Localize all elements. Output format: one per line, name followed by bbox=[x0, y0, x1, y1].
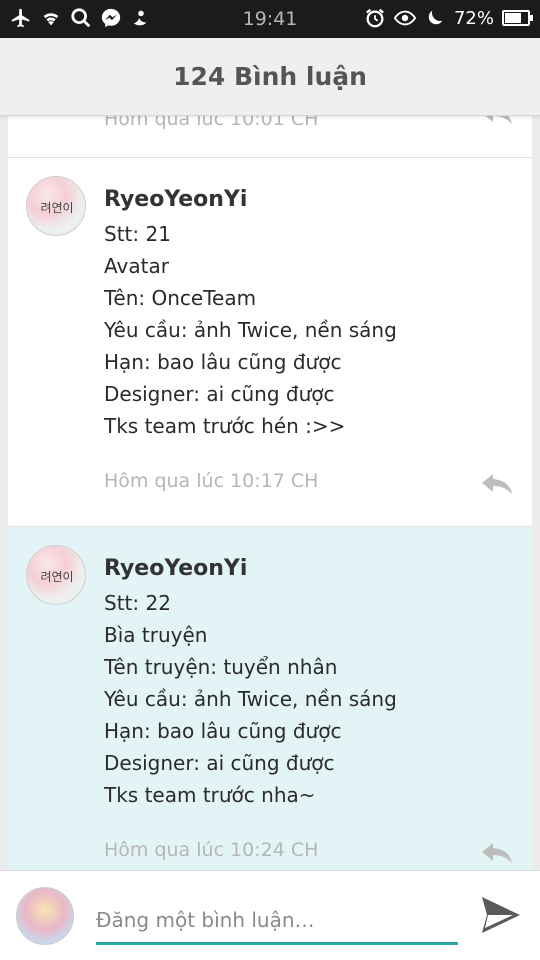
avatar-text: 려연이 bbox=[40, 570, 74, 584]
eye-icon bbox=[393, 10, 416, 26]
comment-line: Bìa truyện bbox=[104, 623, 208, 647]
comment-list[interactable]: Hôm qua lúc 10:01 CH 려연이 RyeoYeonYi Stt:… bbox=[8, 116, 532, 870]
comment-item: 려연이 RyeoYeonYi Stt: 21 Avatar Tên: OnceT… bbox=[8, 158, 532, 527]
page-title: 124 Bình luận bbox=[173, 62, 367, 91]
comment-line: Designer: ai cũng được bbox=[104, 751, 335, 775]
comment-line: Designer: ai cũng được bbox=[104, 382, 335, 406]
comment-item-highlighted: 려연이 RyeoYeonYi Stt: 22 Bìa truyện Tên tr… bbox=[8, 527, 532, 870]
battery-percent: 72% bbox=[453, 7, 494, 29]
comment-line: Hạn: bao lâu cũng được bbox=[104, 719, 342, 743]
comment-line: Tên: OnceTeam bbox=[104, 286, 257, 310]
avatar-text: 려연이 bbox=[40, 201, 74, 215]
avatar[interactable]: 려연이 bbox=[26, 176, 86, 236]
comment-time: Hôm qua lúc 10:24 CH bbox=[104, 839, 319, 861]
reply-icon[interactable] bbox=[480, 116, 514, 126]
comment-time: Hôm qua lúc 10:01 CH bbox=[104, 116, 319, 130]
comment-item-previous: Hôm qua lúc 10:01 CH bbox=[8, 116, 532, 158]
comments-header: 124 Bình luận bbox=[0, 38, 540, 116]
moon-icon bbox=[428, 10, 443, 25]
comment-line: Tks team trước nha~ bbox=[104, 783, 316, 807]
comment-line: Yêu cầu: ảnh Twice, nền sáng bbox=[104, 318, 397, 342]
send-icon[interactable] bbox=[480, 895, 522, 935]
current-user-avatar bbox=[16, 887, 74, 945]
comment-line: Tên truyện: tuyển nhân bbox=[104, 655, 338, 679]
comment-line: Stt: 21 bbox=[104, 222, 171, 246]
alarm-icon bbox=[366, 8, 384, 28]
comment-input[interactable] bbox=[96, 897, 458, 945]
comment-composer bbox=[0, 870, 540, 960]
battery-icon bbox=[502, 10, 533, 26]
comment-line: Tks team trước hén :>> bbox=[104, 414, 346, 438]
comment-line: Avatar bbox=[104, 254, 169, 278]
comment-body: RyeoYeonYi Stt: 22 Bìa truyện Tên truyện… bbox=[8, 527, 532, 811]
status-bar: 19:41 72% bbox=[0, 0, 540, 38]
comment-author[interactable]: RyeoYeonYi bbox=[104, 555, 532, 583]
status-right-icons: 72% bbox=[364, 7, 533, 29]
comment-line: Stt: 22 bbox=[104, 591, 171, 615]
comment-time: Hôm qua lúc 10:17 CH bbox=[104, 470, 319, 492]
comment-line: Hạn: bao lâu cũng được bbox=[104, 350, 342, 374]
reply-icon[interactable] bbox=[480, 841, 514, 865]
reply-icon[interactable] bbox=[480, 472, 514, 496]
avatar[interactable]: 려연이 bbox=[26, 545, 86, 605]
comment-body: RyeoYeonYi Stt: 21 Avatar Tên: OnceTeam … bbox=[8, 158, 532, 442]
comment-line: Yêu cầu: ảnh Twice, nền sáng bbox=[104, 687, 397, 711]
comment-author[interactable]: RyeoYeonYi bbox=[104, 186, 532, 214]
